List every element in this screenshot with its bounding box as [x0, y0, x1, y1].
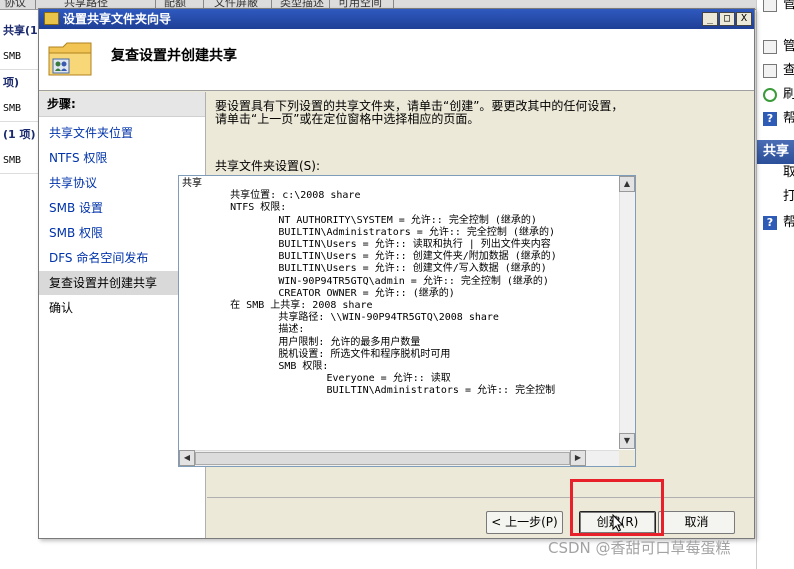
scroll-left-icon[interactable]: ◀ [179, 450, 195, 466]
close-button[interactable]: X [736, 12, 752, 26]
summary-textbox[interactable]: 共享 共享位置: c:\2008 share NTFS 权限: NT AUTHO… [178, 175, 636, 467]
actions-item[interactable]: 取 [763, 162, 794, 184]
summary-line: SMB 权限: [182, 361, 329, 373]
summary-line: 共享 [182, 178, 202, 189]
actions-item[interactable]: ? 帮 [763, 212, 794, 234]
actions-item[interactable]: 管 [763, 0, 794, 16]
summary-line: BUILTIN\Administrators = 允许:: 完全控制 (继承的) [182, 226, 555, 238]
horizontal-scroll-thumb[interactable] [195, 452, 570, 465]
actions-item[interactable]: 打 [763, 186, 794, 208]
shared-folder-icon [48, 42, 92, 76]
summary-line: BUILTIN\Users = 允许:: 读取和执行 | 列出文件夹内容 [182, 239, 551, 251]
watermark-text: CSDN @香甜可口草莓蛋糕 [548, 539, 731, 557]
background-group-header[interactable]: (1 项) [0, 122, 40, 148]
summary-line: 脱机设置: 所选文件和程序脱机时可用 [182, 348, 451, 360]
mouse-pointer-icon [612, 514, 624, 532]
background-group-header[interactable]: 共享(1 项) [0, 18, 40, 44]
background-actions-pane: 管 管 查 刷 ? 帮 共享 取 打 ? 帮 [756, 0, 794, 569]
back-button[interactable]: < 上一步(P) [486, 511, 563, 534]
cancel-button[interactable]: 取消 [658, 511, 735, 534]
wizard-header: 复查设置并创建共享 [39, 29, 754, 91]
help-icon: ? [763, 111, 777, 126]
actions-section-header: 共享 [757, 140, 794, 164]
summary-line: NTFS 权限: [182, 202, 287, 214]
page-title: 复查设置并创建共享 [111, 48, 237, 64]
document-icon [763, 0, 777, 12]
summary-line: CREATOR OWNER = 允许:: (继承的) [182, 287, 455, 299]
refresh-icon [763, 87, 777, 102]
summary-line: 共享位置: c:\2008 share [182, 190, 361, 202]
summary-line: 共享路径: \\WIN-90P94TR5GTQ\2008 share [182, 312, 499, 324]
maximize-button[interactable]: □ [719, 12, 735, 26]
summary-line: 描述: [182, 324, 305, 336]
summary-line: 在 SMB 上共享: 2008 share [182, 300, 373, 312]
document-icon [763, 39, 777, 54]
scrollbar-corner [619, 450, 635, 466]
actions-item[interactable]: 查 [763, 60, 794, 82]
button-bar: < 上一步(P) 创建(R) 取消 [207, 497, 754, 538]
background-list-item[interactable]: SMB [0, 148, 40, 174]
scroll-down-icon[interactable]: ▼ [619, 433, 635, 449]
background-group-header[interactable]: 项) [0, 70, 40, 96]
background-list-item[interactable]: SMB [0, 96, 40, 122]
step-share-folder-location[interactable]: 共享文件夹位置 [39, 121, 205, 145]
scroll-up-icon[interactable]: ▲ [619, 176, 635, 192]
summary-label: 共享文件夹设置(S): [215, 159, 321, 173]
document-icon [763, 63, 777, 78]
summary-line: BUILTIN\Users = 允许:: 创建文件/写入数据 (继承的) [182, 263, 547, 275]
actions-item[interactable]: 刷 [763, 84, 794, 106]
summary-line: Everyone = 允许:: 读取 [182, 373, 451, 385]
summary-line: BUILTIN\Users = 允许:: 创建文件夹/附加数据 (继承的) [182, 251, 557, 263]
help-icon: ? [763, 215, 777, 230]
summary-text: 共享 共享位置: c:\2008 share NTFS 权限: NT AUTHO… [179, 176, 596, 449]
instructions-text: 要设置具有下列设置的共享文件夹，请单击“创建”。要更改其中的任何设置，请单击“上… [215, 99, 624, 126]
summary-line: WIN-90P94TR5GTQ\admin = 允许:: 完全控制 (继承的) [182, 275, 549, 287]
step-ntfs-permissions[interactable]: NTFS 权限 [39, 146, 205, 170]
background-column-header[interactable]: 协议 [0, 0, 36, 9]
background-share-list: 共享(1 项) SMB 项) SMB (1 项) SMB [0, 10, 40, 174]
background-list-item[interactable]: SMB [0, 44, 40, 70]
horizontal-scrollbar[interactable]: ◀ ▶ [179, 450, 619, 466]
window-title: 设置共享文件夹向导 [63, 12, 172, 26]
steps-label: 步骤: [39, 92, 205, 117]
actions-item[interactable]: 管 [763, 36, 794, 58]
wizard-app-icon [44, 12, 59, 25]
minimize-button[interactable]: _ [702, 12, 718, 26]
actions-item[interactable]: ? 帮 [763, 108, 794, 130]
scroll-right-icon[interactable]: ▶ [570, 450, 586, 466]
summary-line: 用户限制: 允许的最多用户数量 [182, 336, 421, 348]
summary-line: NT AUTHORITY\SYSTEM = 允许:: 完全控制 (继承的) [182, 214, 537, 226]
vertical-scrollbar[interactable]: ▲ ▼ [619, 176, 635, 449]
title-bar[interactable]: 设置共享文件夹向导 _ □ X [39, 9, 754, 29]
summary-line: BUILTIN\Administrators = 允许:: 完全控制 [182, 385, 556, 397]
